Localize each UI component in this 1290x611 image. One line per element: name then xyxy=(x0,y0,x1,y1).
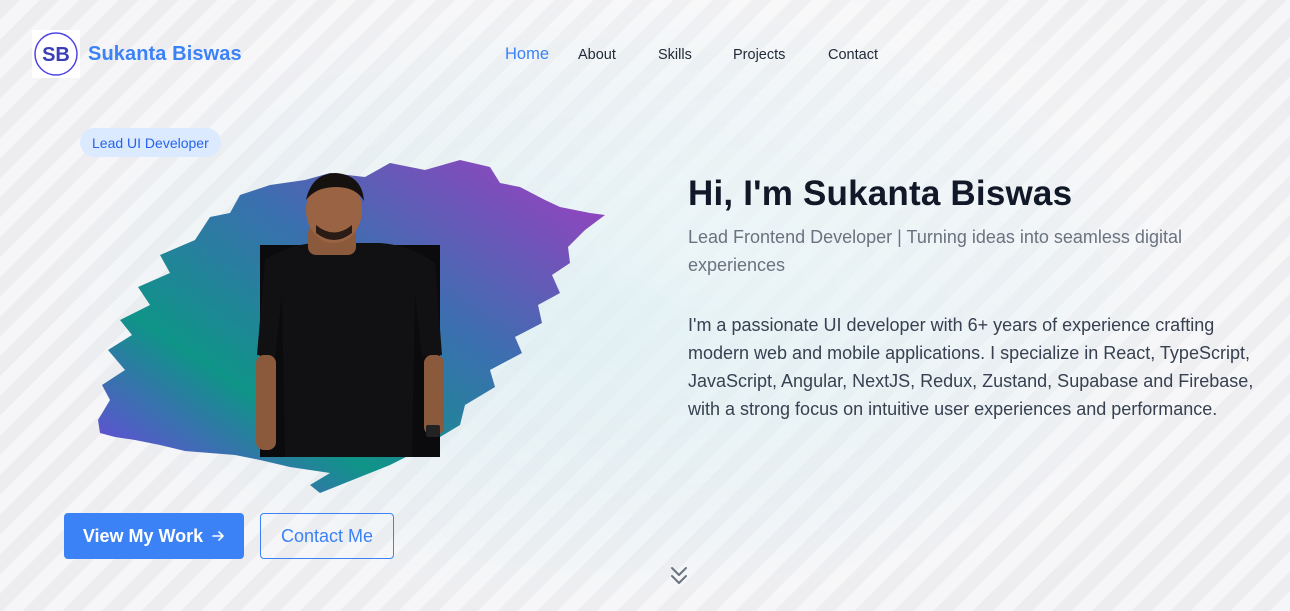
brand-name[interactable]: Sukanta Biswas xyxy=(88,43,242,66)
hero-portrait xyxy=(98,160,605,493)
hero-subtitle: Lead Frontend Developer | Turning ideas … xyxy=(688,227,1182,275)
arrow-right-icon xyxy=(212,531,224,541)
logo-mark-icon: SB xyxy=(34,32,78,76)
logo-initials: SB xyxy=(42,44,70,66)
view-my-work-button[interactable]: View My Work xyxy=(64,513,244,559)
nav-skills[interactable]: Skills xyxy=(658,47,692,63)
role-badge: Lead UI Developer xyxy=(80,128,221,157)
brand-logo[interactable]: SB xyxy=(32,30,80,78)
nav-home[interactable]: Home xyxy=(505,45,549,64)
hero-title: Hi, I'm Sukanta Biswas xyxy=(688,174,1073,213)
contact-me-button[interactable]: Contact Me xyxy=(260,513,394,559)
chevrons-down-icon[interactable] xyxy=(668,564,690,588)
nav-contact[interactable]: Contact xyxy=(828,47,878,63)
nav-about[interactable]: About xyxy=(578,47,616,63)
nav-projects[interactable]: Projects xyxy=(733,47,785,63)
view-my-work-label: View My Work xyxy=(82,525,204,546)
hero-description: I'm a passionate UI developer with 6+ ye… xyxy=(688,315,1254,419)
